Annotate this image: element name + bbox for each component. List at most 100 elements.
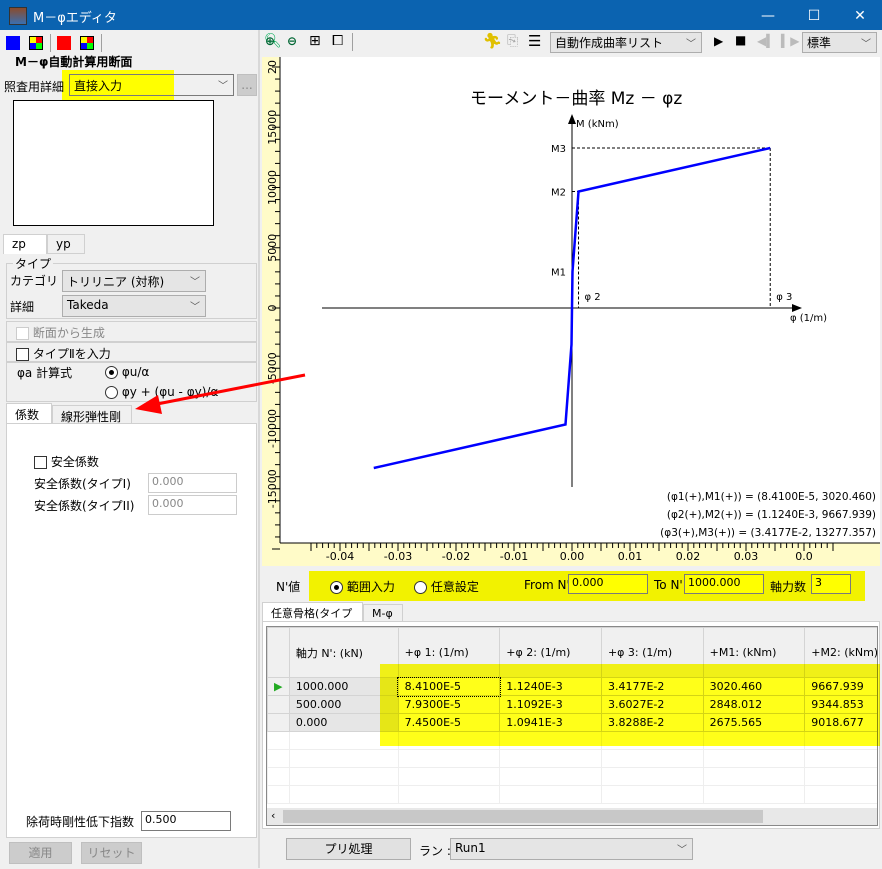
close-button[interactable]: ✕ <box>837 1 882 31</box>
tab-coefficients[interactable]: 係数 <box>6 403 52 423</box>
radio[interactable] <box>105 386 118 399</box>
category-select[interactable]: トリリニア (対称) ﹀ <box>62 270 206 292</box>
safety1-label: 安全係数(タイプI) <box>34 477 131 491</box>
frame-icon[interactable]: ⧠ <box>332 33 343 49</box>
tab-zp[interactable]: zp <box>3 234 47 254</box>
scrollbar-thumb[interactable] <box>283 810 763 823</box>
checkbox[interactable] <box>16 348 29 361</box>
maximize-button[interactable]: ☐ <box>791 1 837 31</box>
empty-row <box>267 749 877 768</box>
safety2-label: 安全係数(タイプII) <box>34 499 135 513</box>
type2-checkbox[interactable]: タイプⅡを入力 <box>6 342 257 362</box>
empty-cell <box>499 785 602 804</box>
copy-icon[interactable]: ⎘ <box>507 33 518 49</box>
fit-icon[interactable]: ⊞ <box>309 33 321 49</box>
type2-label: タイプⅡを入力 <box>32 347 111 361</box>
mark-label-m3: M3 <box>551 144 566 155</box>
color-palette-icon[interactable] <box>80 36 94 50</box>
tab-arbitrary-skeleton[interactable]: 任意骨格(タイプI) <box>262 602 363 634</box>
run-select[interactable]: Run1 ﹀ <box>450 838 693 860</box>
count-input[interactable]: 3 <box>811 574 851 594</box>
radio-selected[interactable] <box>105 366 118 379</box>
color-palette-icon[interactable] <box>29 36 43 50</box>
zoom-in-icon[interactable]: ⊕ <box>265 34 275 48</box>
mark-label-m2: M2 <box>551 188 566 199</box>
gen-from-section-checkbox[interactable]: 断面から生成 <box>6 321 257 342</box>
x-tick-label: -0.03 <box>384 550 412 563</box>
to-input[interactable]: 1000.000 <box>684 574 764 594</box>
y-tick-label: 20 <box>266 60 279 74</box>
range-input-radio[interactable]: 範囲入力 <box>330 578 395 595</box>
blue-color-button[interactable] <box>6 36 20 50</box>
step-back-icon[interactable]: ◀▍ <box>757 34 775 48</box>
empty-cell <box>702 767 806 786</box>
phi-a-label: φa 計算式 <box>17 366 73 380</box>
safety2-input[interactable]: 0.000 <box>148 495 237 515</box>
unload-input[interactable]: 0.500 <box>141 811 231 831</box>
play-icon[interactable]: ▶ <box>714 34 723 48</box>
section-title: M－φ自動計算用断面 <box>15 55 133 69</box>
y-tick-label: 15000 <box>266 110 279 145</box>
chart-title: モーメント－曲率 Mz － φz <box>470 89 682 109</box>
red-color-button[interactable] <box>57 36 71 50</box>
step-forward-icon[interactable]: ▍▶ <box>781 34 799 48</box>
empty-cell <box>267 785 290 804</box>
empty-cell <box>288 749 399 768</box>
pre-process-button[interactable]: プリ処理 <box>286 838 411 860</box>
run-person-icon[interactable]: 🏃︎ <box>483 32 502 50</box>
separator <box>352 33 353 51</box>
apply-button[interactable]: 適用 <box>9 842 72 864</box>
detail2-select[interactable]: Takeda ﹀ <box>62 295 206 317</box>
y-tick-label: 5000 <box>266 234 279 262</box>
radio[interactable] <box>414 581 427 594</box>
list-icon[interactable]: ☰ <box>528 32 541 50</box>
empty-row <box>267 767 877 786</box>
empty-cell <box>267 767 290 786</box>
row-header[interactable]: ▶ <box>267 677 290 696</box>
type-group-label: タイプ <box>13 255 54 272</box>
row-header[interactable] <box>267 695 290 714</box>
y-tick-label: 10000 <box>266 170 279 205</box>
minimize-button[interactable]: — <box>745 1 791 31</box>
radio-selected[interactable] <box>330 581 343 594</box>
from-input[interactable]: 0.000 <box>568 574 648 594</box>
chevron-down-icon: ﹀ <box>861 39 871 50</box>
scroll-left-icon[interactable]: ‹ <box>271 809 275 822</box>
tab-yp[interactable]: yp <box>47 234 85 254</box>
empty-cell <box>288 785 399 804</box>
separator <box>50 34 51 52</box>
mode-select[interactable]: 標準 ﹀ <box>802 32 877 53</box>
empty-cell <box>267 749 290 768</box>
x-tick-label: -0.02 <box>442 550 470 563</box>
checkbox[interactable] <box>34 456 47 469</box>
safety1-input[interactable]: 0.000 <box>148 473 237 493</box>
horizontal-scrollbar[interactable]: ‹ <box>267 808 877 825</box>
reset-button[interactable]: リセット <box>81 842 142 864</box>
empty-cell <box>499 749 602 768</box>
empty-cell <box>397 767 501 786</box>
more-button[interactable]: ... <box>237 74 257 96</box>
splitter[interactable] <box>258 30 260 868</box>
tab-linear-stiffness[interactable]: 線形弾性剛性 <box>52 405 132 441</box>
stop-icon[interactable]: ■ <box>735 33 746 47</box>
row-header[interactable] <box>267 713 290 732</box>
empty-cell <box>600 767 704 786</box>
detail-select[interactable]: 直接入力 ﹀ <box>69 74 234 96</box>
point-annotation: (φ2(+),M2(+)) = (1.1240E-3, 9667.939) <box>667 509 876 521</box>
app-icon <box>9 7 27 25</box>
empty-cell <box>397 749 501 768</box>
point-annotation: (φ3(+),M3(+)) = (3.4177E-2, 13277.357) <box>660 527 876 539</box>
detail2-label: 詳細 <box>10 300 35 314</box>
row-header-corner <box>267 627 290 678</box>
curve-list-select[interactable]: 自動作成曲率リスト ﹀ <box>550 32 702 53</box>
checkbox[interactable] <box>16 327 29 340</box>
chevron-down-icon: ﹀ <box>190 277 200 288</box>
empty-cell <box>804 767 877 786</box>
zoom-out-icon[interactable]: ⊖ <box>287 34 297 48</box>
safety-checkbox[interactable]: 安全係数 <box>34 453 99 470</box>
run-label: ラン : <box>419 844 451 858</box>
category-value: トリリニア (対称) <box>67 275 165 289</box>
left-panel: M－φ自動計算用断面 照査用詳細 直接入力 ﹀ ... zp yp タイプ カテゴ… <box>1 30 258 868</box>
any-setting-radio[interactable]: 任意設定 <box>414 578 479 595</box>
highlight <box>380 664 880 746</box>
